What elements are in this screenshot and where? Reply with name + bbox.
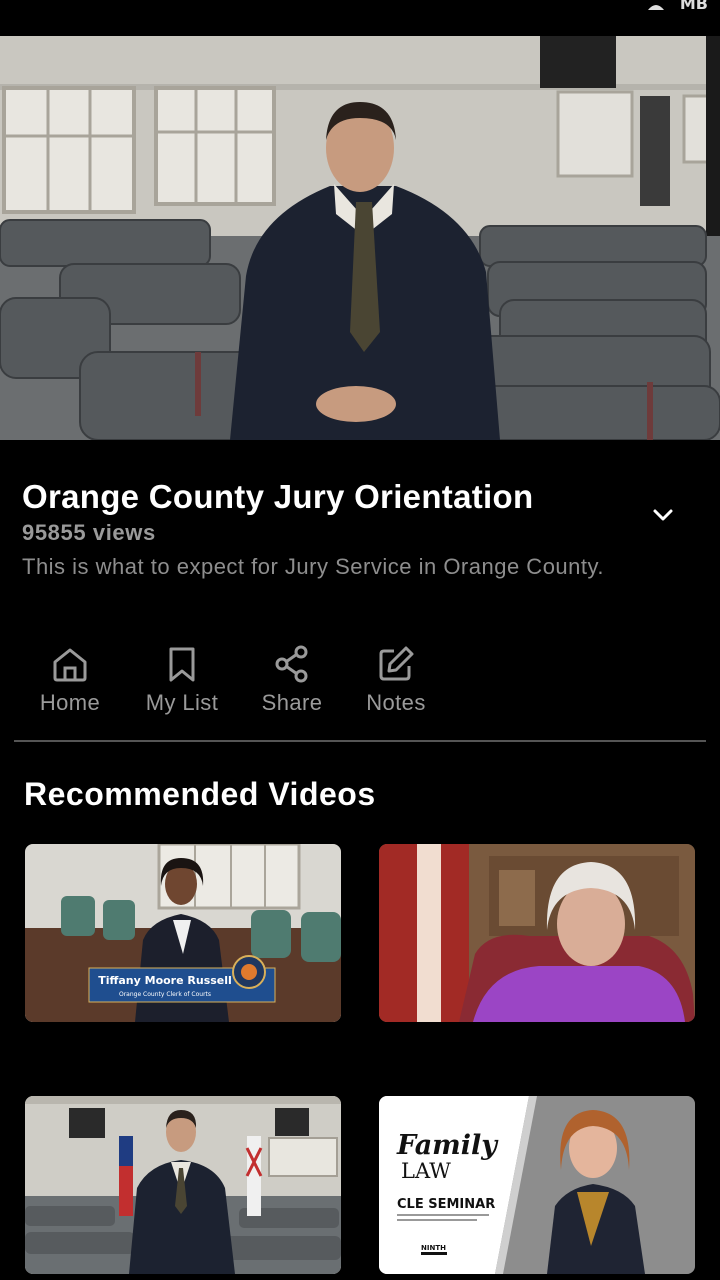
home-icon [53, 648, 87, 682]
notes-button[interactable]: Notes [354, 644, 438, 716]
video-frame [0, 36, 720, 440]
account-icon [647, 4, 664, 10]
video-thumbnail [25, 1096, 341, 1274]
recommended-video-2[interactable] [379, 844, 695, 1022]
notes-label: Notes [366, 690, 426, 715]
chevron-down-icon[interactable] [648, 500, 678, 530]
home-label: Home [39, 690, 101, 715]
my-list-button[interactable]: My List [134, 644, 230, 716]
lower-third-subtitle: Orange County Clerk of Courts [119, 991, 211, 998]
video-info: Orange County Jury Orientation 95855 vie… [22, 478, 702, 580]
video-player[interactable] [0, 36, 720, 440]
recommended-title: Recommended Videos [24, 776, 376, 812]
bookmark-icon [169, 647, 195, 682]
status-bar: MB [0, 0, 720, 36]
lower-third-name: Tiffany Moore Russell [98, 974, 232, 987]
home-button[interactable]: Home [28, 644, 112, 716]
share-button[interactable]: Share [250, 644, 334, 716]
video-title: Orange County Jury Orientation [22, 478, 534, 515]
view-count: 95855 views [22, 520, 156, 545]
status-text: MB [679, 0, 708, 13]
action-bar: Home My List Share Notes [28, 644, 438, 716]
my-list-label: My List [145, 690, 219, 715]
video-thumbnail: Tiffany Moore Russell Orange County Cler… [25, 844, 341, 1022]
edit-icon [379, 646, 414, 681]
video-thumbnail: Family LAW CLE SEMINAR NINTH [379, 1096, 695, 1274]
recommended-video-4[interactable]: Family LAW CLE SEMINAR NINTH [379, 1096, 695, 1274]
divider [14, 740, 706, 742]
overlay-subtitle: CLE SEMINAR [397, 1197, 495, 1212]
status-icons: MB [644, 0, 708, 13]
overlay-logo: NINTH [421, 1244, 446, 1252]
recommended-video-3[interactable] [25, 1096, 341, 1274]
overlay-title-1: Family [396, 1130, 499, 1161]
share-icon [275, 645, 308, 683]
video-description: This is what to expect for Jury Service … [22, 554, 604, 579]
share-label: Share [261, 690, 323, 715]
recommended-video-1[interactable]: Tiffany Moore Russell Orange County Cler… [25, 844, 341, 1022]
overlay-title-2: LAW [401, 1159, 451, 1183]
video-thumbnail [379, 844, 695, 1022]
